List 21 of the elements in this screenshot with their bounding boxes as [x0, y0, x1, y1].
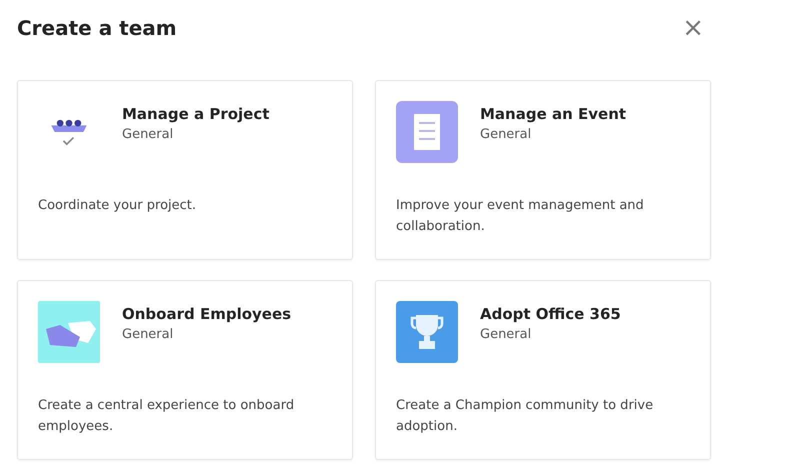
template-description: Create a Champion community to drive adoption. — [396, 397, 654, 436]
template-card[interactable]: Onboard Employees General Create a central experience to onboard employees. — [17, 280, 353, 460]
trophy-icon — [396, 301, 458, 363]
template-name: Manage a Project — [122, 105, 270, 123]
template-description: Create a central experience to onboard employees. — [38, 397, 296, 436]
close-button[interactable]: × — [678, 15, 708, 41]
template-category: General — [480, 127, 532, 142]
dialog-title: Create a team — [17, 16, 177, 40]
template-card[interactable]: Adopt Office 365 General Create a Champion community to drive adoption. — [375, 280, 711, 460]
document-icon — [396, 101, 458, 163]
handshake-icon — [38, 301, 100, 363]
template-card[interactable]: Manage a Project General Coordinate your project. — [17, 80, 353, 260]
template-name: Manage an Event — [480, 105, 626, 123]
template-description: Improve your event management and collaboration. — [396, 197, 645, 236]
template-name: Onboard Employees — [122, 305, 292, 323]
template-description: Coordinate your project. — [38, 197, 198, 215]
template-card[interactable]: Manage an Event General Improve your event management and collaboration. — [375, 80, 711, 260]
template-name: Adopt Office 365 — [480, 305, 621, 323]
template-category: General — [122, 127, 174, 142]
template-category: General — [122, 327, 174, 342]
template-category: General — [480, 327, 532, 342]
